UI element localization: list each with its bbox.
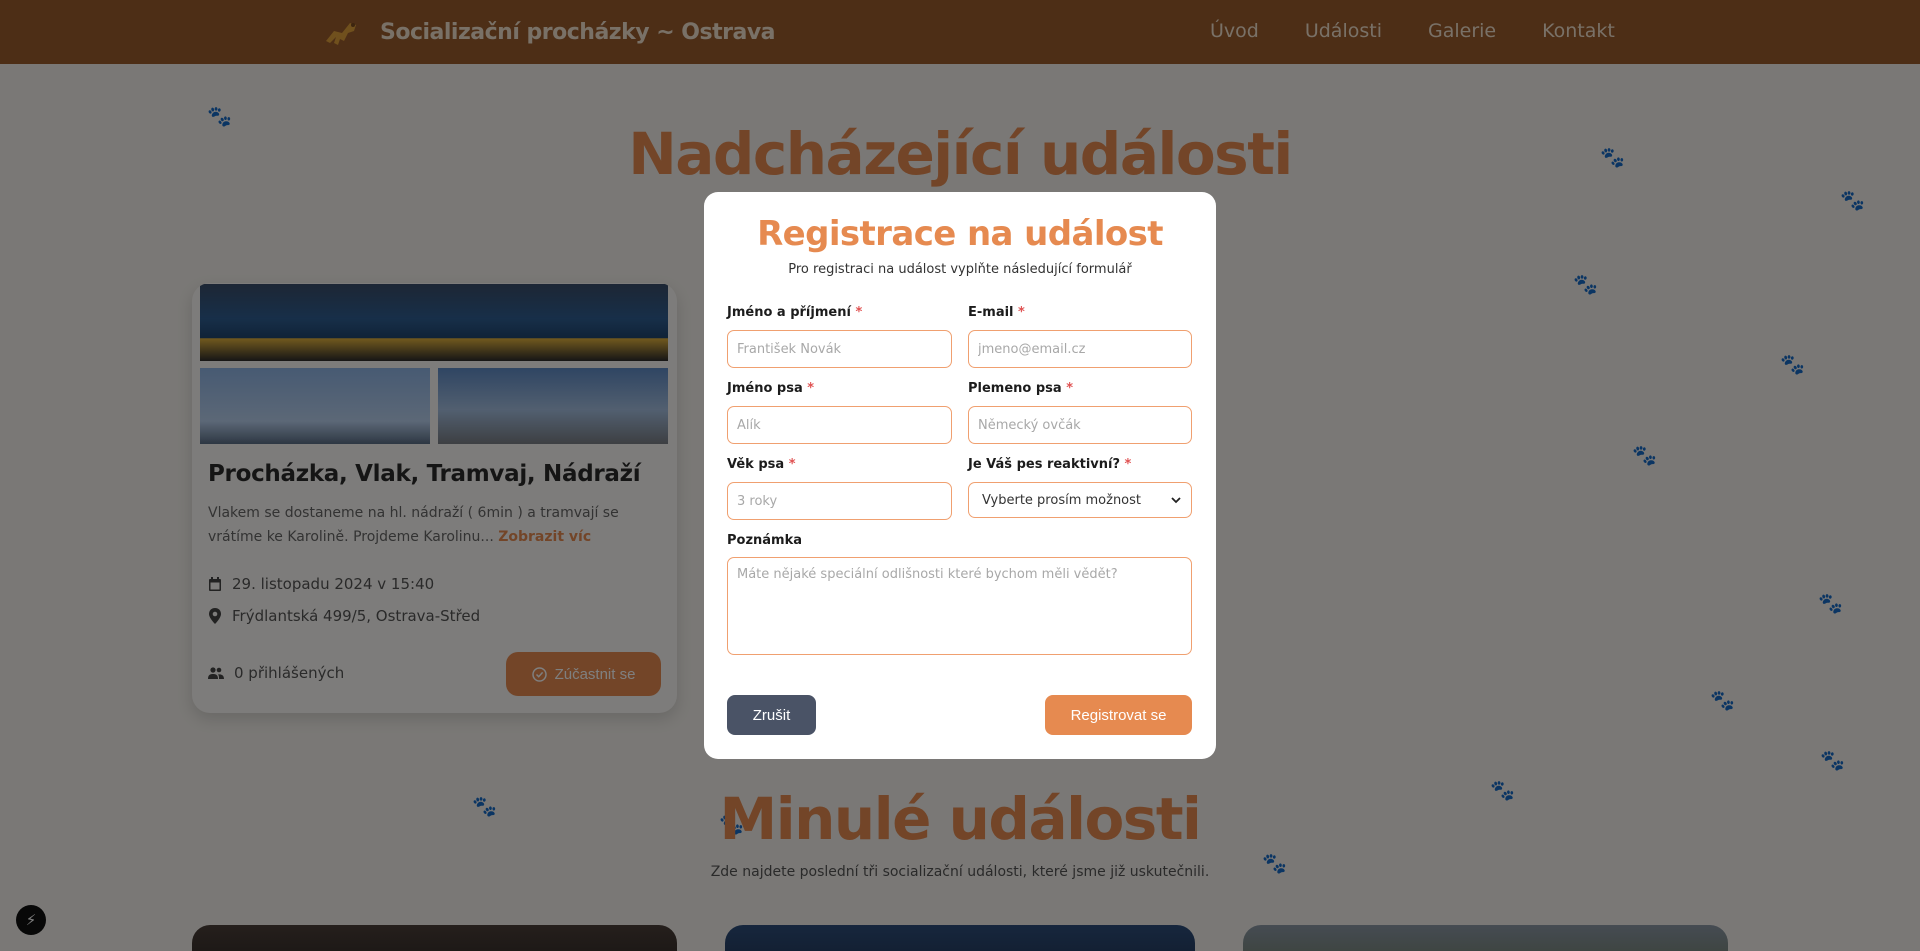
dog-name-label: Jméno psa * <box>727 381 815 396</box>
dog-age-label: Věk psa * <box>727 457 796 472</box>
dog-age-input[interactable] <box>727 482 952 520</box>
email-input[interactable] <box>968 330 1192 368</box>
chevron-down-icon <box>1171 496 1181 503</box>
name-input[interactable] <box>727 330 952 368</box>
reactive-select-value: Vyberte prosím možnost <box>982 492 1142 508</box>
note-textarea[interactable] <box>727 557 1192 655</box>
cancel-button[interactable]: Zrušit <box>727 695 816 735</box>
dog-name-input[interactable] <box>727 406 952 444</box>
note-label: Poznámka <box>727 533 803 548</box>
register-button[interactable]: Registrovat se <box>1045 695 1192 735</box>
modal-subtitle: Pro registraci na událost vyplňte násled… <box>788 262 1132 277</box>
modal-title: Registrace na událost <box>757 214 1163 254</box>
breed-label: Plemeno psa * <box>968 381 1074 396</box>
reactive-label: Je Váš pes reaktivní? * <box>968 457 1132 472</box>
reactive-select[interactable]: Vyberte prosím možnost <box>968 482 1192 518</box>
email-label: E-mail * <box>968 305 1025 320</box>
name-label: Jméno a příjmení * <box>727 305 863 320</box>
breed-input[interactable] <box>968 406 1192 444</box>
registration-modal: Registrace na událost Pro registraci na … <box>704 192 1216 759</box>
